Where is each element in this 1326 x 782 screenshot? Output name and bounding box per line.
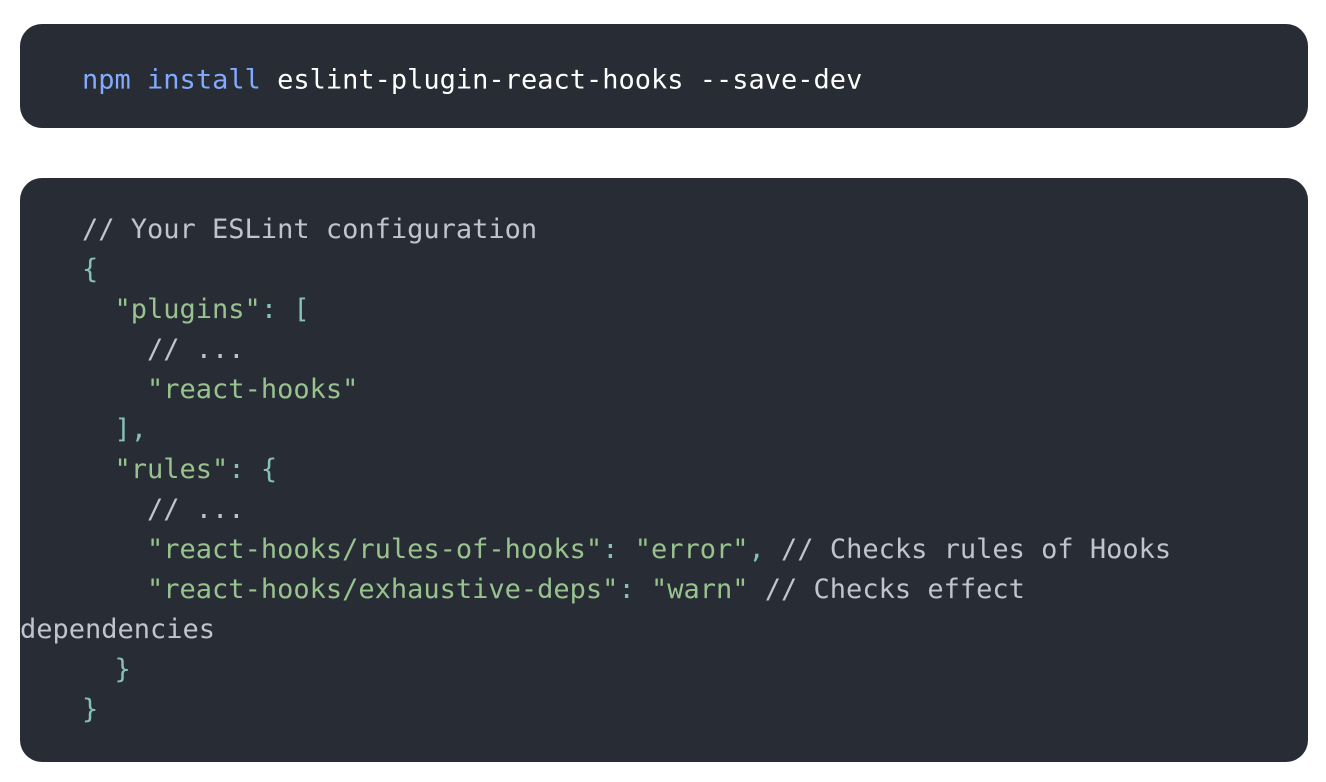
- plugins-colon: :: [260, 294, 278, 325]
- plugins-value: "react-hooks": [147, 374, 359, 405]
- npm-command: npm: [82, 64, 131, 96]
- close-brace: }: [82, 694, 99, 725]
- rule-value: "error": [634, 534, 749, 565]
- code-line-rules: "rules": {: [82, 450, 1308, 490]
- code-line-rule-exhaustive-deps: "react-hooks/exhaustive-deps": "warn" //…: [82, 570, 1308, 610]
- install-command-line: npm install eslint-plugin-react-hooks --…: [82, 65, 862, 96]
- comment: // Checks rules of Hooks: [781, 534, 1172, 565]
- package-name: eslint-plugin-react-hooks: [277, 64, 684, 96]
- rules-close-brace: }: [114, 654, 131, 685]
- code-line-open-brace: {: [82, 250, 1308, 290]
- comment: // ...: [147, 334, 245, 365]
- rule-key: "react-hooks/rules-of-hooks": [147, 534, 603, 565]
- comment: // Checks effect: [764, 574, 1025, 605]
- comment-continuation: dependencies: [20, 614, 216, 645]
- code-line-plugins-value: "react-hooks": [82, 370, 1308, 410]
- rule-colon: :: [618, 574, 635, 605]
- rules-open-brace: {: [260, 454, 278, 485]
- rules-colon: :: [228, 454, 245, 485]
- comment: // Your ESLint configuration: [82, 214, 538, 245]
- rule-colon: :: [602, 534, 619, 565]
- code-line-rule-rules-of-hooks: "react-hooks/rules-of-hooks": "error", /…: [82, 530, 1308, 570]
- install-subcommand: install: [147, 64, 261, 96]
- plugins-close-bracket: ],: [114, 414, 148, 445]
- code-line-rules-comment: // ...: [82, 490, 1308, 530]
- plugins-key: "plugins": [114, 294, 261, 325]
- eslint-config-code-block: // Your ESLint configuration { "plugins"…: [20, 178, 1308, 762]
- code-line-comment-header: // Your ESLint configuration: [82, 210, 1308, 250]
- code-line-wrap-continuation: dependencies: [20, 610, 1308, 650]
- rule-key: "react-hooks/exhaustive-deps": [147, 574, 619, 605]
- code-line-plugins: "plugins": [: [82, 290, 1308, 330]
- code-line-rules-close: }: [82, 650, 1308, 690]
- install-code-block: npm install eslint-plugin-react-hooks --…: [20, 24, 1308, 128]
- comment: // ...: [147, 494, 245, 525]
- save-dev-flag: --save-dev: [699, 64, 863, 96]
- code-line-plugins-close: ],: [82, 410, 1308, 450]
- rules-key: "rules": [114, 454, 229, 485]
- rule-value: "warn": [650, 574, 749, 605]
- page: npm install eslint-plugin-react-hooks --…: [0, 0, 1326, 782]
- rule-comma: ,: [748, 534, 765, 565]
- open-brace: {: [82, 254, 99, 285]
- code-line-plugins-comment: // ...: [82, 330, 1308, 370]
- code-line-close-brace: }: [82, 690, 1308, 730]
- plugins-open-bracket: [: [293, 294, 310, 325]
